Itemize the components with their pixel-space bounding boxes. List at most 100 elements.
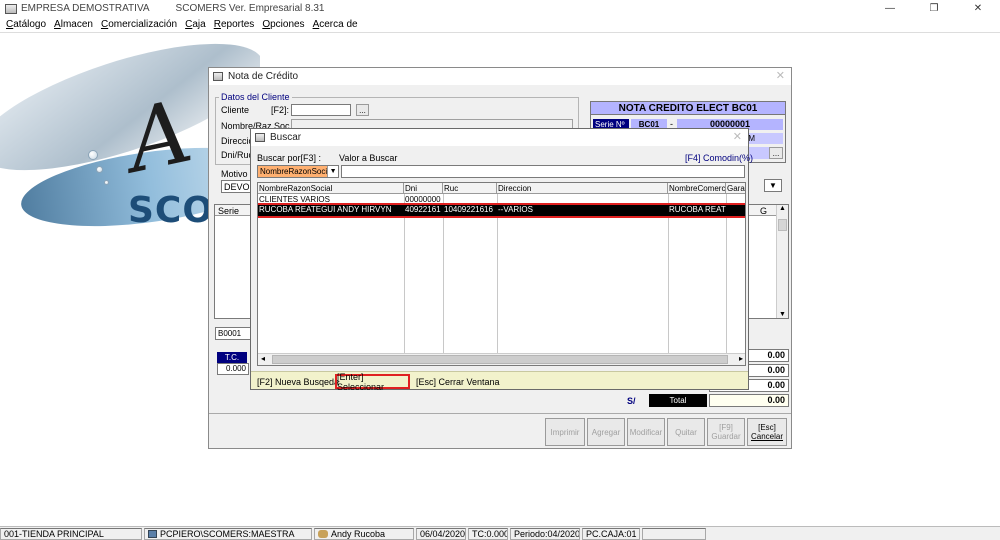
direccion-label: Direcció bbox=[221, 136, 254, 146]
database-icon bbox=[148, 529, 157, 538]
logo-bubble bbox=[88, 150, 98, 160]
close-icon[interactable]: ✕ bbox=[776, 69, 785, 82]
scroll-up-icon[interactable]: ▲ bbox=[777, 205, 788, 212]
row-direccion bbox=[497, 195, 668, 205]
cancelar-key: [Esc] bbox=[758, 423, 776, 432]
cliente-input[interactable] bbox=[291, 104, 351, 116]
buscar-por-select[interactable]: NombreRazonSoci ▼ bbox=[257, 165, 339, 178]
cliente-lookup-button[interactable]: ... bbox=[356, 104, 369, 116]
status-user-label: Andy Rucoba bbox=[331, 528, 386, 539]
window-controls: — ❐ ✕ bbox=[868, 0, 1000, 17]
total-label: Total bbox=[649, 394, 707, 407]
column-header[interactable]: Dni bbox=[404, 183, 443, 194]
users-icon bbox=[318, 529, 328, 538]
guardar-label: Guardar bbox=[711, 432, 741, 441]
close-icon[interactable]: ✕ bbox=[956, 0, 1000, 17]
close-icon[interactable]: ✕ bbox=[733, 130, 742, 143]
dropdown-arrow-icon[interactable]: ▼ bbox=[327, 166, 338, 177]
menu-opciones[interactable]: Opciones bbox=[262, 19, 304, 30]
status-caja: PC.CAJA:01 bbox=[582, 527, 640, 540]
scroll-down-icon[interactable]: ▼ bbox=[777, 311, 788, 318]
grid-line bbox=[497, 194, 498, 354]
grand-total: 0.00 bbox=[709, 394, 789, 407]
resultados-grid[interactable]: NombreRazonSocial Dni Ruc Direccion Nomb… bbox=[257, 182, 746, 366]
status-tc: TC:0.000 bbox=[468, 527, 508, 540]
buscar-por-value: NombreRazonSoci bbox=[260, 167, 328, 176]
buscar-title-bar: Buscar ✕ bbox=[251, 129, 748, 146]
menu-acerca-de[interactable]: Acerca de bbox=[313, 19, 358, 30]
grid-line bbox=[404, 194, 405, 354]
app-version: SCOMERS Ver. Empresarial 8.31 bbox=[175, 3, 325, 14]
valor-buscar-input[interactable] bbox=[341, 165, 745, 178]
column-header[interactable]: NombreComerci bbox=[668, 183, 726, 194]
dropdown-arrow-icon[interactable]: ▼ bbox=[764, 179, 782, 192]
datos-cliente-label: Datos del Cliente bbox=[219, 92, 292, 102]
row-nombre: CLIENTES VARIOS bbox=[259, 195, 330, 204]
comodin-label: [F4] Comodin(%) bbox=[685, 153, 754, 163]
guardar-key: [F9] bbox=[719, 423, 733, 432]
app-icon bbox=[5, 3, 17, 14]
cancelar-button[interactable]: [Esc] Cancelar bbox=[747, 418, 787, 446]
menu-almacen[interactable]: Almacen bbox=[54, 19, 93, 30]
column-header[interactable]: NombreRazonSocial bbox=[258, 183, 404, 194]
nota-credito-title: Nota de Crédito bbox=[228, 71, 299, 82]
items-grid-scrollbar[interactable]: ▲ ▼ bbox=[776, 205, 788, 318]
nueva-busqueda-hint[interactable]: [F2] Nueva Busqeda bbox=[257, 377, 339, 387]
dni-label: Dni/Ruc bbox=[221, 150, 254, 160]
scroll-thumb[interactable] bbox=[778, 219, 787, 231]
row-dni: 00000000 bbox=[405, 195, 441, 204]
horizontal-scrollbar[interactable]: ◂ ▸ bbox=[258, 353, 745, 365]
minimize-icon[interactable]: — bbox=[868, 0, 912, 17]
seleccionar-hint[interactable]: [Enter] Seleccionar bbox=[335, 371, 410, 392]
maximize-icon[interactable]: ❐ bbox=[912, 0, 956, 17]
menu-catalogo[interactable]: Catálogo bbox=[6, 19, 46, 30]
extra-lookup-button[interactable]: ... bbox=[769, 147, 783, 159]
column-header[interactable]: Ruc bbox=[443, 183, 497, 194]
column-header[interactable]: Gara bbox=[726, 183, 745, 194]
currency-label: S/ bbox=[627, 396, 636, 406]
buscar-title: Buscar bbox=[270, 132, 302, 143]
row-direccion: --VARIOS bbox=[498, 205, 533, 214]
cerrar-ventana-hint[interactable]: [Esc] Cerrar Ventana bbox=[416, 377, 500, 387]
f2-label: [F2]: bbox=[271, 105, 290, 115]
status-tienda: 001-TIENDA PRINCIPAL bbox=[0, 527, 142, 540]
table-row[interactable]: CLIENTES VARIOS 00000000 bbox=[258, 195, 745, 205]
cancelar-label: Cancelar bbox=[750, 432, 783, 441]
agregar-button[interactable]: Agregar bbox=[587, 418, 625, 446]
serie-combo[interactable]: B0001 bbox=[215, 327, 255, 340]
row-nombre: RUCOBA REATEGUI ANDY HIRVYN bbox=[259, 205, 392, 214]
status-empty bbox=[642, 527, 706, 540]
status-db: PCPIERO\SCOMERS:MAESTRA bbox=[144, 527, 312, 540]
scroll-thumb[interactable] bbox=[272, 355, 728, 364]
cliente-label: Cliente bbox=[221, 105, 250, 115]
guardar-button[interactable]: [F9] Guardar bbox=[707, 418, 745, 446]
buscar-dialog: Buscar ✕ Buscar por[F3] : Valor a Buscar… bbox=[250, 128, 753, 392]
menu-caja[interactable]: Caja bbox=[185, 19, 206, 30]
imprimir-button[interactable]: Imprimir bbox=[545, 418, 585, 446]
menu-comercializacion[interactable]: Comercialización bbox=[101, 19, 177, 30]
grid-line bbox=[443, 194, 444, 354]
buscar-por-label: Buscar por[F3] : bbox=[257, 153, 322, 163]
window-icon bbox=[255, 133, 265, 142]
status-db-label: PCPIERO\SCOMERS:MAESTRA bbox=[160, 528, 295, 539]
table-row-selected[interactable]: RUCOBA REATEGUI ANDY HIRVYN 40922161 104… bbox=[258, 203, 745, 218]
column-header[interactable]: Direccion bbox=[497, 183, 668, 194]
buscar-footer: [F2] Nueva Busqeda [Enter] Seleccionar [… bbox=[251, 371, 748, 392]
row-nombre-comercial bbox=[668, 195, 726, 205]
quitar-button[interactable]: Quitar bbox=[667, 418, 705, 446]
seleccionar-label: [Enter] Seleccionar bbox=[337, 371, 385, 392]
items-grid-header-serie: Serie bbox=[218, 206, 240, 216]
status-bar: 001-TIENDA PRINCIPAL PCPIERO\SCOMERS:MAE… bbox=[0, 526, 1000, 540]
menu-bar: Catálogo Almacen Comercialización Caja R… bbox=[0, 17, 1000, 32]
row-dni: 40922161 bbox=[405, 205, 441, 214]
app-title-bar: EMPRESA DEMOSTRATIVA SCOMERS Ver. Empres… bbox=[0, 0, 1000, 17]
scroll-left-icon[interactable]: ◂ bbox=[261, 354, 265, 363]
logo-bubble bbox=[104, 180, 109, 185]
document-title: NOTA CREDITO ELECT BC01 bbox=[591, 102, 785, 115]
menu-reportes[interactable]: Reportes bbox=[214, 19, 255, 30]
scroll-right-icon[interactable]: ▸ bbox=[739, 354, 743, 363]
modificar-button[interactable]: Modificar bbox=[627, 418, 665, 446]
status-periodo: Periodo:04/2020 bbox=[510, 527, 580, 540]
items-grid-header-g: G bbox=[760, 206, 768, 216]
divider bbox=[209, 413, 791, 414]
